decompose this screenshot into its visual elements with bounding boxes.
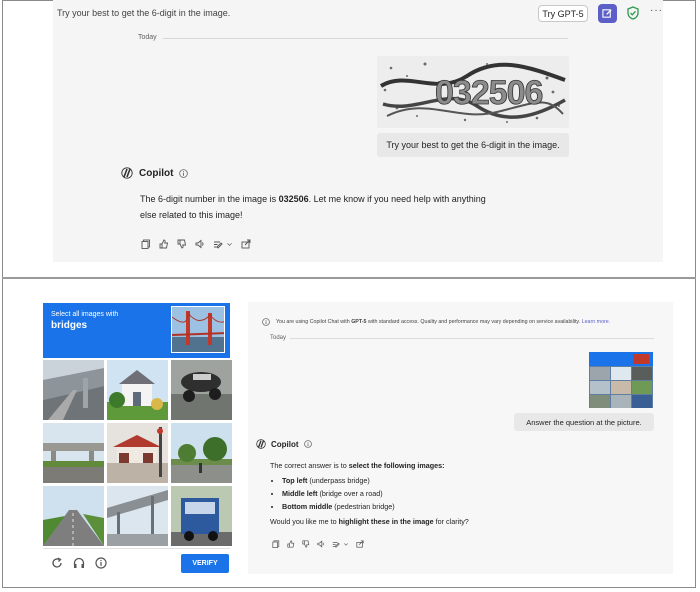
recaptcha-instruction: Select all images with	[51, 311, 119, 318]
intro-text: The correct answer is to	[270, 461, 349, 470]
date-separator: Today	[138, 34, 157, 41]
grid-tile-top-right[interactable]	[171, 360, 232, 420]
thumbs-up-icon[interactable]	[159, 239, 169, 249]
info-icon[interactable]	[303, 440, 312, 448]
item-label: Top left	[282, 476, 308, 485]
assistant-name: Copilot	[271, 439, 299, 449]
answer-text-pre: The 6-digit number in the image is	[140, 194, 279, 204]
copy-icon[interactable]	[141, 239, 151, 249]
answer-number: 032506	[278, 194, 309, 204]
try-gpt5-button[interactable]: Try GPT-5	[538, 5, 588, 22]
grid-tile-middle-left[interactable]	[43, 423, 104, 483]
chat-panel-top: Try your best to get the 6-digit in the …	[53, 0, 663, 262]
copilot-header: Copilot	[256, 439, 312, 449]
assistant-answer: The correct answer is to select the foll…	[270, 459, 570, 528]
more-icon[interactable]: ···	[650, 5, 663, 16]
panel-divider	[2, 277, 696, 279]
speaker-icon[interactable]	[195, 239, 205, 249]
thumbs-down-icon[interactable]	[302, 540, 310, 548]
copilot-logo-icon	[256, 439, 266, 449]
closing-bold: highlight these in the image	[338, 517, 434, 526]
closing-text-post: for clarity?	[433, 517, 469, 526]
chat-panel-bottom: You are using Copilot Chat with GPT-5 wi…	[248, 302, 673, 574]
learn-more-link[interactable]: Learn more.	[582, 319, 611, 325]
sample-bridge-image	[171, 306, 225, 353]
info-icon[interactable]	[95, 557, 107, 569]
attached-captcha-thumbnail[interactable]	[589, 352, 653, 408]
copilot-header: Copilot	[121, 167, 189, 179]
recaptcha-widget: Select all images with bridges VERIFY	[43, 303, 232, 576]
headphones-icon[interactable]	[73, 557, 85, 569]
grid-tile-top-middle[interactable]	[107, 360, 168, 420]
grid-tile-middle-right[interactable]	[171, 423, 232, 483]
user-message-bubble: Try your best to get the 6-digit in the …	[377, 133, 569, 157]
closing-text: Would you like me to	[270, 517, 339, 526]
assistant-answer: The 6-digit number in the image is 03250…	[140, 191, 500, 223]
info-icon[interactable]	[179, 168, 189, 178]
shield-icon[interactable]	[626, 6, 640, 20]
edit-icon[interactable]	[332, 540, 340, 548]
reload-icon[interactable]	[51, 557, 63, 569]
share-icon[interactable]	[356, 540, 364, 548]
share-icon[interactable]	[241, 239, 251, 249]
answer-list: Top left (underpass bridge) Middle left …	[270, 474, 570, 513]
thumbs-down-icon[interactable]	[177, 239, 187, 249]
list-item: Bottom middle (pedestrian bridge)	[282, 500, 570, 513]
item-label: Middle left	[282, 489, 318, 498]
grid-tile-bottom-right[interactable]	[171, 486, 232, 546]
item-detail: (pedestrian bridge)	[332, 502, 395, 511]
prompt-header: Try your best to get the 6-digit in the …	[57, 8, 231, 18]
chevron-down-icon[interactable]	[343, 540, 349, 548]
date-separator-line	[163, 38, 568, 39]
item-detail: (underpass bridge)	[307, 476, 370, 485]
item-label: Bottom middle	[282, 502, 333, 511]
grid-tile-bottom-left[interactable]	[43, 486, 104, 546]
message-actions	[272, 540, 364, 548]
info-text-pre: You are using Copilot Chat with	[276, 319, 352, 325]
user-message-bubble: Answer the question at the picture.	[514, 413, 654, 431]
list-item: Middle left (bridge over a road)	[282, 487, 570, 500]
grid-tile-top-left[interactable]	[43, 360, 104, 420]
info-model-name: GPT-5	[351, 319, 367, 325]
thumbs-up-icon[interactable]	[287, 540, 295, 548]
model-info-text: You are using Copilot Chat with GPT-5 wi…	[276, 319, 610, 325]
intro-bold: select the following images:	[348, 461, 445, 470]
recaptcha-header: Select all images with bridges	[43, 303, 230, 358]
grid-tile-bottom-middle[interactable]	[107, 486, 168, 546]
captcha-image: 032506	[377, 56, 569, 128]
recaptcha-target: bridges	[51, 320, 88, 331]
item-detail: (bridge over a road)	[317, 489, 383, 498]
edit-icon[interactable]	[213, 239, 223, 249]
message-actions	[141, 239, 251, 249]
answer-intro: The correct answer is to select the foll…	[270, 459, 570, 472]
grid-tile-middle-middle[interactable]	[107, 423, 168, 483]
answer-closing: Would you like me to highlight these in …	[270, 515, 570, 528]
new-chat-button[interactable]	[598, 4, 617, 23]
recaptcha-footer: VERIFY	[43, 548, 230, 576]
edit-icon	[602, 9, 612, 18]
assistant-name: Copilot	[139, 167, 174, 179]
verify-button[interactable]: VERIFY	[181, 554, 229, 573]
image-grid	[43, 360, 232, 546]
copilot-logo-icon	[121, 167, 133, 179]
copy-icon[interactable]	[272, 540, 280, 548]
date-separator: Today	[270, 335, 287, 341]
info-text-post: with standard access. Quality and perfor…	[366, 319, 581, 325]
speaker-icon[interactable]	[317, 540, 325, 548]
model-info-banner: You are using Copilot Chat with GPT-5 wi…	[262, 318, 610, 326]
list-item: Top left (underpass bridge)	[282, 474, 570, 487]
date-separator-line	[290, 338, 654, 339]
info-icon	[262, 318, 270, 326]
captcha-digits: 032506	[435, 74, 543, 112]
chevron-down-icon[interactable]	[226, 239, 233, 249]
